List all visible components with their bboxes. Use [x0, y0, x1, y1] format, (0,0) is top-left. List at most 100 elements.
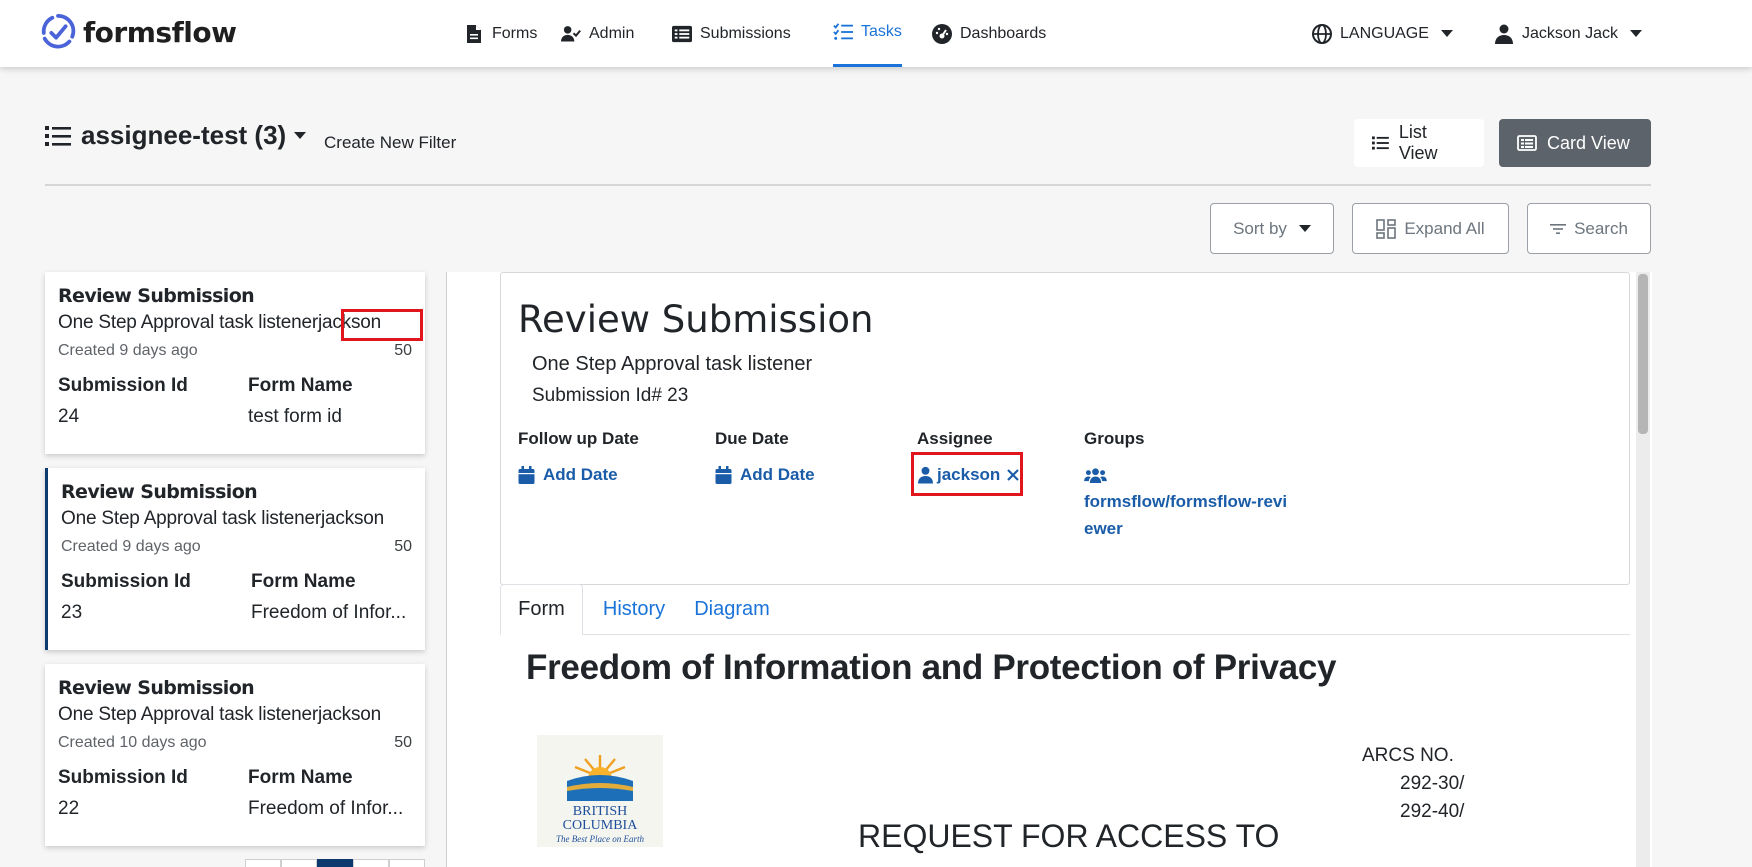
submission-id-value: 23	[61, 602, 83, 623]
arcs-number-1: 292-30/	[1400, 773, 1465, 794]
sort-by-button[interactable]: Sort by	[1210, 203, 1334, 254]
task-assignee: jackson	[317, 704, 381, 725]
search-button[interactable]: Search	[1527, 203, 1651, 254]
nav-tasks[interactable]: Tasks	[833, 0, 902, 67]
nav-tasks-label: Tasks	[861, 23, 902, 40]
nav-submissions-label: Submissions	[700, 24, 791, 42]
arcs-label: ARCS NO.	[1362, 745, 1454, 766]
task-created: Created 9 days ago	[61, 538, 201, 555]
filter-selector[interactable]: assignee-test (3)	[45, 120, 307, 151]
tab-history[interactable]: History	[592, 584, 676, 635]
nav-admin-label: Admin	[589, 24, 635, 42]
brand-logo[interactable]: formsflow	[39, 12, 237, 52]
detail-tabs: Form History Diagram	[500, 584, 1630, 635]
page-button[interactable]	[245, 859, 281, 867]
bc-logo-tagline: The Best Place on Earth	[556, 834, 644, 844]
page-button-active[interactable]	[317, 859, 353, 867]
tab-diagram[interactable]: Diagram	[686, 584, 778, 635]
page-button[interactable]	[281, 859, 317, 867]
task-title: Review Submission	[58, 285, 255, 307]
groups-link-wrap[interactable]: ewer	[1084, 519, 1123, 539]
due-add-date-button[interactable]: Add Date	[715, 465, 815, 485]
dashboard-icon	[932, 23, 952, 44]
card-view-button[interactable]: Card View	[1499, 119, 1651, 167]
task-title: Review Submission	[58, 677, 255, 699]
form-name-label: Form Name	[248, 375, 353, 396]
submission-id-label: Submission Id	[58, 767, 188, 788]
card-icon	[1517, 135, 1537, 151]
calendar-icon	[715, 466, 732, 484]
task-card[interactable]: Review Submission One Step Approval task…	[45, 468, 425, 650]
nav-admin[interactable]: Admin	[561, 0, 634, 67]
chevron-down-icon	[1298, 225, 1311, 232]
chevron-down-icon	[1630, 30, 1643, 37]
submission-id-label: Submission Id	[58, 375, 188, 396]
due-date-label: Due Date	[715, 429, 789, 448]
nav-submissions[interactable]: Submissions	[672, 0, 791, 67]
create-new-filter-link[interactable]: Create New Filter	[324, 133, 456, 153]
follow-up-add-date-label: Add Date	[543, 465, 618, 484]
language-label: LANGUAGE	[1340, 24, 1429, 42]
page-button[interactable]	[389, 859, 425, 867]
form-name-value: test form id	[248, 406, 342, 427]
scrollbar-thumb[interactable]	[1638, 274, 1648, 434]
chevron-down-icon	[294, 132, 307, 139]
task-priority: 50	[394, 342, 412, 359]
list-icon	[45, 125, 71, 146]
users-icon	[1084, 468, 1107, 484]
nav-dashboards-label: Dashboards	[960, 24, 1047, 42]
chevron-down-icon	[1440, 30, 1453, 37]
form-name-label: Form Name	[251, 571, 356, 592]
task-card[interactable]: Review Submission One Step Approval task…	[45, 664, 425, 846]
arcs-number-2: 292-40/	[1400, 801, 1465, 822]
sort-by-label: Sort by	[1233, 218, 1287, 238]
bc-logo-line1: BRITISH	[573, 804, 627, 819]
search-label: Search	[1574, 218, 1628, 238]
form-name-value: Freedom of Infor...	[251, 602, 407, 623]
form-name-value: Freedom of Infor...	[248, 798, 404, 819]
user-check-icon	[561, 25, 581, 41]
filter-title: assignee-test (3)	[81, 120, 287, 150]
formsflow-logo-icon	[41, 13, 76, 49]
detail-title: Review Submission	[518, 298, 874, 341]
groups-label: Groups	[1084, 429, 1145, 448]
language-dropdown[interactable]: LANGUAGE	[1312, 0, 1453, 67]
follow-up-add-date-button[interactable]: Add Date	[518, 465, 618, 485]
task-created: Created 9 days ago	[58, 342, 198, 359]
expand-icon	[1376, 218, 1397, 239]
form-title: Freedom of Information and Protection of…	[526, 648, 1337, 687]
user-name: Jackson Jack	[1522, 24, 1619, 42]
task-assignee: jackson	[320, 508, 384, 529]
follow-up-date-label: Follow up Date	[518, 429, 639, 448]
task-priority: 50	[394, 734, 412, 751]
filter-icon	[1550, 223, 1567, 234]
page-button[interactable]	[353, 859, 389, 867]
nav-forms[interactable]: Forms	[464, 0, 537, 67]
brand-name: formsflow	[83, 15, 237, 49]
top-navbar: formsflow Forms Admin Submissions Tasks …	[0, 0, 1752, 67]
expand-all-label: Expand All	[1404, 218, 1485, 238]
task-subtitle: One Step Approval task listenerjackson	[61, 508, 384, 529]
expand-all-button[interactable]: Expand All	[1352, 203, 1509, 254]
globe-icon	[1312, 23, 1332, 44]
request-title: REQUEST FOR ACCESS TO	[858, 818, 1280, 854]
list-alt-icon	[672, 25, 692, 42]
task-created: Created 10 days ago	[58, 734, 207, 751]
list-view-label: List View	[1398, 122, 1438, 163]
user-menu-dropdown[interactable]: Jackson Jack	[1494, 0, 1643, 67]
submission-id-value: 24	[58, 406, 80, 427]
file-icon	[467, 24, 481, 43]
groups-link[interactable]: formsflow/formsflow-revi	[1084, 492, 1287, 512]
tasks-icon	[833, 23, 853, 40]
tab-form[interactable]: Form	[500, 584, 583, 635]
bc-sun-icon: BRITISH COLUMBIA The Best Place on Earth	[556, 755, 644, 844]
submission-id-value: 22	[58, 798, 80, 819]
task-card[interactable]: Review Submission One Step Approval task…	[45, 272, 425, 454]
list-view-button[interactable]: List View	[1354, 119, 1484, 167]
highlight-box	[911, 452, 1023, 496]
user-icon	[1495, 24, 1513, 44]
submission-id-label: Submission Id	[61, 571, 191, 592]
nav-dashboards[interactable]: Dashboards	[932, 0, 1046, 67]
due-add-date-label: Add Date	[740, 465, 815, 484]
card-view-label: Card View	[1547, 132, 1630, 153]
